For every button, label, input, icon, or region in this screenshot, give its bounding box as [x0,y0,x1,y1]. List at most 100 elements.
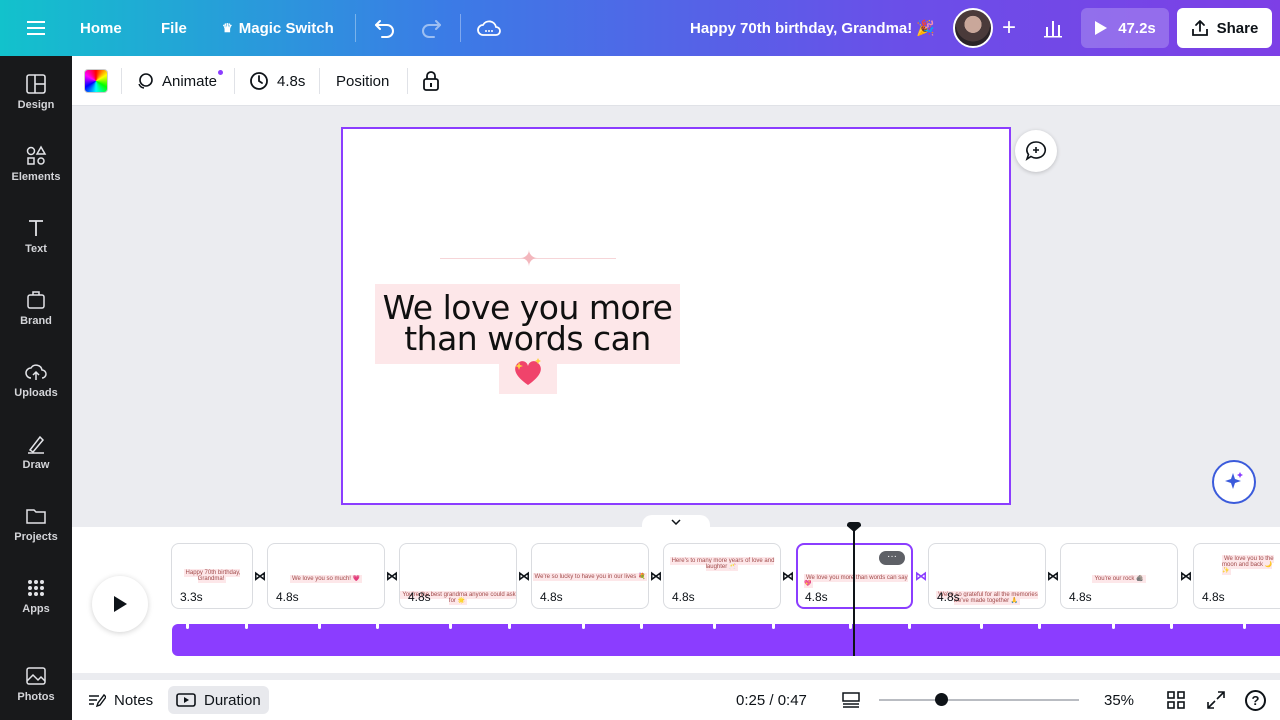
page-duration: 4.8s [1202,590,1225,604]
zoom-slider-handle[interactable] [935,693,948,706]
cloud-save-icon[interactable] [473,12,505,44]
page-more-options-button[interactable]: ··· [879,551,905,565]
audio-track[interactable] [172,624,1280,656]
page-thumbnail[interactable]: We love you so much! 💗 4.8s [267,543,385,609]
sidebar-item-label: Apps [22,603,50,615]
insights-icon[interactable] [1037,12,1069,44]
divider [234,68,235,94]
notes-icon [89,693,106,708]
page-thumbnail[interactable]: You're our rock 🪨 4.8s [1060,543,1178,609]
transition-icon[interactable]: ⋈ [914,569,928,583]
playhead[interactable] [853,530,855,656]
transition-icon[interactable]: ⋈ [385,569,399,583]
page-layout-icon[interactable] [841,686,861,714]
undo-icon[interactable] [369,12,401,44]
share-button[interactable]: Share [1177,8,1272,48]
page-thumbnail[interactable]: Happy 70th birthday, Grandma! 3.3s [171,543,253,609]
thumbnail-text: Here's to many more years of love and la… [669,557,775,571]
sidebar-item-projects[interactable]: Projects [0,492,72,556]
home-link[interactable]: Home [80,0,122,56]
transition-icon[interactable]: ⋈ [253,569,267,583]
play-icon [114,596,127,612]
page-thumbnail[interactable]: We're so lucky to have you in our lives … [531,543,649,609]
page-duration: 3.3s [180,590,203,604]
heart-emoji-box[interactable] [499,354,557,394]
present-button[interactable]: 47.2s [1081,8,1169,48]
transition-icon[interactable]: ⋈ [1046,569,1060,583]
audio-beat-marker [318,624,321,629]
thumbnail-text: We love you to the moon and back 🌙✨ [1222,555,1274,575]
sparkle-icon [1225,472,1243,489]
magic-switch-button[interactable]: ♛ Magic Switch [222,0,334,56]
audio-beat-marker [376,624,379,629]
transition-icon[interactable]: ⋈ [649,569,663,583]
menu-icon[interactable] [20,12,52,44]
sidebar-item-label: Photos [17,691,55,703]
divider [460,14,461,42]
present-duration: 47.2s [1118,19,1156,37]
page-duration: 4.8s [276,590,299,604]
sidebar-item-label: Design [17,99,55,111]
page-thumbnail[interactable]: We love you to the moon and back 🌙✨ 4.8s [1193,543,1280,609]
top-bar: Home File ♛ Magic Switch Happy 70th birt… [0,0,1280,56]
audio-beat-marker [640,624,643,629]
playback-time: 0:25 / 0:47 [736,691,807,709]
design-title[interactable]: Happy 70th birthday, Grandma! 🎉 [690,0,935,56]
video-duration-icon [176,693,196,707]
sidebar-item-uploads[interactable]: Uploads [0,348,72,412]
notes-label: Notes [114,691,154,709]
plus-icon[interactable]: + [993,12,1025,44]
add-comment-button[interactable] [1015,130,1057,172]
page-thumbnail[interactable]: Here's to many more years of love and la… [663,543,781,609]
fullscreen-icon[interactable] [1206,686,1226,714]
sidebar-item-label: Brand [20,315,52,327]
audio-beat-marker [849,624,852,629]
page-thumbnail[interactable]: You're the best grandma anyone could ask… [399,543,517,609]
audio-beat-marker [1243,624,1246,629]
play-button[interactable] [92,576,148,632]
zoom-slider-track[interactable] [879,699,1079,701]
play-icon [1095,21,1108,35]
page-thumbnail[interactable]: We're so grateful for all the memories w… [928,543,1046,609]
notes-button[interactable]: Notes [88,686,153,714]
help-button[interactable]: ? [1245,690,1266,711]
sidebar-item-text[interactable]: Text [0,204,72,268]
collapse-timeline-button[interactable] [642,515,710,529]
transition-icon[interactable]: ⋈ [1179,569,1193,583]
divider [355,14,356,42]
sidebar-item-elements[interactable]: Elements [0,132,72,196]
sidebar-item-label: Elements [11,171,61,183]
transition-icon[interactable]: ⋈ [781,569,795,583]
file-menu[interactable]: File [161,0,187,56]
animate-button[interactable]: Animate [136,66,224,96]
text-icon [29,220,43,236]
audio-beat-marker [186,624,189,629]
elements-icon [26,145,47,165]
page-duration: 4.8s [540,590,563,604]
animate-label-wrap: Animate [162,69,224,90]
projects-icon [26,509,46,524]
chevron-down-icon [671,519,681,525]
sidebar-item-apps[interactable]: Apps [0,564,72,628]
duration-button[interactable]: 4.8s [249,66,305,96]
redo-icon[interactable] [415,12,447,44]
position-button[interactable]: Position [336,66,389,96]
color-swatch-button[interactable] [84,66,108,96]
sidebar-item-brand[interactable]: Brand [0,276,72,340]
transition-icon[interactable]: ⋈ [517,569,531,583]
sidebar-item-label: Text [25,243,47,255]
duration-label: 4.8s [277,72,306,90]
sidebar-item-photos[interactable]: Photos [0,652,72,716]
magic-assistant-button[interactable] [1212,460,1256,504]
duration-toggle-button[interactable]: Duration [168,686,269,714]
thumbnail-text: We're so lucky to have you in our lives … [532,573,648,581]
new-badge [218,69,224,75]
zoom-level[interactable]: 35% [1104,686,1134,714]
lock-icon[interactable] [422,66,440,96]
divider [121,68,122,94]
avatar[interactable] [953,8,993,48]
sidebar-item-design[interactable]: Design [0,60,72,124]
apps-icon [28,580,44,596]
sidebar-item-draw[interactable]: Draw [0,420,72,484]
grid-view-icon[interactable] [1166,686,1186,714]
